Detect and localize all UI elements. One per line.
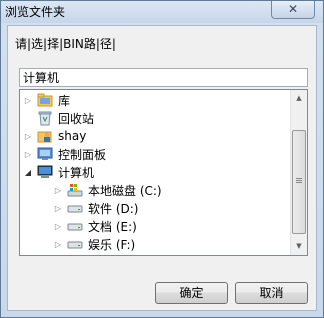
drive-icon xyxy=(67,218,83,234)
window-title: 浏览文件夹 xyxy=(5,5,66,19)
library-icon xyxy=(37,92,53,108)
collapse-arrow-icon[interactable]: ◢ xyxy=(23,168,33,177)
tree-item-label: 计算机 xyxy=(58,165,95,180)
drive-icon xyxy=(67,236,83,252)
drive-icon xyxy=(67,200,83,216)
tree-item-label: 本地磁盘 (C:) xyxy=(88,183,162,198)
expand-arrow-icon[interactable]: ▷ xyxy=(53,186,63,195)
tree-item-shay[interactable]: ▷ shay xyxy=(23,127,86,145)
browse-folder-dialog: 浏览文件夹 ✕ 请|选|择|BIN路|径| ▷ 库 xyxy=(0,0,324,318)
tree-item-label: 控制面板 xyxy=(58,147,107,162)
tree-item-label: shay xyxy=(58,129,87,143)
folder-tree[interactable]: ▷ 库 回收站 ▷ shay ▷ 控制面板 ◢ 计算机 ▷ 本地磁盘 (C:) … xyxy=(19,89,308,256)
tree-item-drive-e[interactable]: ▷ 文档 (E:) xyxy=(53,217,137,235)
vertical-scrollbar[interactable]: ▲ ▼ xyxy=(290,90,307,255)
scroll-up-arrow-icon[interactable]: ▲ xyxy=(291,90,307,107)
tree-item-label: 回收站 xyxy=(58,111,95,126)
expand-arrow-icon[interactable]: ▷ xyxy=(53,240,63,249)
prompt-label: 请|选|择|BIN路|径| xyxy=(15,37,116,51)
tree-item-drive-c[interactable]: ▷ 本地磁盘 (C:) xyxy=(53,181,162,199)
cancel-button[interactable]: 取消 xyxy=(235,282,308,304)
system-drive-icon xyxy=(67,182,83,198)
tree-item-drive-d[interactable]: ▷ 软件 (D:) xyxy=(53,199,139,217)
scrollbar-thumb[interactable] xyxy=(292,130,306,234)
user-folder-icon xyxy=(37,128,53,144)
expand-arrow-icon[interactable]: ▷ xyxy=(23,132,33,141)
expand-arrow-icon[interactable]: ▷ xyxy=(23,150,33,159)
tree-item-recycle-bin[interactable]: 回收站 xyxy=(23,109,94,127)
recycle-bin-icon xyxy=(37,110,53,126)
tree-item-computer[interactable]: ◢ 计算机 xyxy=(23,163,94,181)
expand-arrow-icon[interactable]: ▷ xyxy=(23,96,33,105)
computer-icon xyxy=(37,164,53,180)
tree-item-control-panel[interactable]: ▷ 控制面板 xyxy=(23,145,106,163)
folder-path-input[interactable] xyxy=(19,68,308,87)
control-panel-icon xyxy=(37,146,53,162)
tree-item-label: 文档 (E:) xyxy=(88,219,137,234)
tree-item-label: 库 xyxy=(58,93,71,108)
close-button[interactable]: ✕ xyxy=(271,1,315,19)
scroll-down-arrow-icon[interactable]: ▼ xyxy=(291,238,307,255)
dialog-content: 请|选|择|BIN路|径| ▷ 库 xyxy=(7,25,317,311)
close-icon: ✕ xyxy=(287,2,299,16)
expand-arrow-icon[interactable]: ▷ xyxy=(53,222,63,231)
ok-button[interactable]: 确定 xyxy=(155,282,228,304)
scrollbar-grip-icon xyxy=(296,178,302,179)
tree-item-drive-f[interactable]: ▷ 娱乐 (F:) xyxy=(53,235,135,253)
tree-item-label: 娱乐 (F:) xyxy=(88,237,136,252)
title-bar[interactable]: 浏览文件夹 ✕ xyxy=(1,1,323,23)
expand-arrow-icon[interactable]: ▷ xyxy=(53,204,63,213)
tree-item-library[interactable]: ▷ 库 xyxy=(23,91,70,109)
tree-item-label: 软件 (D:) xyxy=(88,201,139,216)
